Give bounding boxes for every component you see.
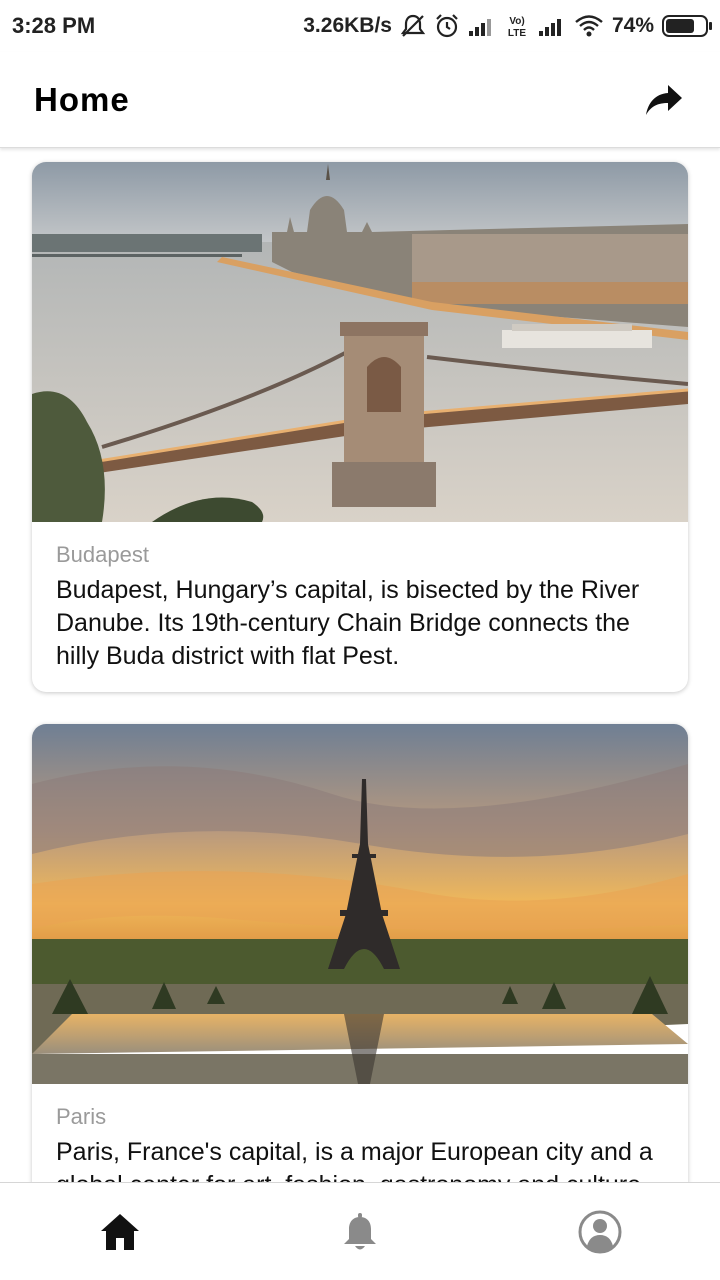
- signal-icon: [538, 15, 566, 37]
- battery-icon: [662, 15, 712, 37]
- bell-icon: [344, 1212, 376, 1249]
- profile-icon: [578, 1210, 622, 1253]
- signal-icon: [468, 15, 496, 37]
- card-subtitle: Budapest: [56, 542, 149, 567]
- paris-eiffel-tower-photo: [32, 724, 688, 1084]
- app-bar: Home: [0, 52, 720, 148]
- status-time: 3:28 PM: [12, 13, 96, 38]
- battery-percent: 74%: [611, 14, 654, 37]
- feed-list[interactable]: Budapest Budapest, Hungary’s capital, is…: [0, 149, 720, 1182]
- home-icon: [101, 1213, 139, 1250]
- status-icons: 3.26KB/s Vo) LTE 74%: [303, 13, 712, 39]
- volte-icon: Vo) LTE: [504, 13, 530, 39]
- card-description: Budapest, Hungary’s capital, is bisected…: [56, 576, 640, 670]
- place-card-paris[interactable]: Paris Paris, France's capital, is a majo…: [32, 724, 688, 1182]
- share-button[interactable]: [642, 78, 686, 122]
- battery-fill: [666, 19, 695, 33]
- svg-text:LTE: LTE: [508, 28, 526, 39]
- budapest-chain-bridge-photo: [32, 162, 688, 522]
- card-body: Budapest Budapest, Hungary’s capital, is…: [32, 522, 688, 673]
- network-speed: 3.26KB/s: [303, 14, 392, 37]
- wifi-icon: [574, 14, 604, 38]
- card-description: Paris, France's capital, is a major Euro…: [56, 1138, 653, 1182]
- nav-item-notifications[interactable]: [240, 1183, 480, 1280]
- share-icon: [646, 84, 682, 115]
- alarm-icon: [434, 13, 460, 39]
- bottom-navigation: [0, 1182, 720, 1280]
- card-subtitle: Paris: [56, 1104, 107, 1129]
- card-body: Paris Paris, France's capital, is a majo…: [32, 1084, 688, 1182]
- mute-icon: [400, 13, 426, 39]
- page-title: Home: [34, 80, 130, 118]
- nav-item-home[interactable]: [0, 1183, 240, 1280]
- nav-item-profile[interactable]: [480, 1183, 720, 1280]
- status-bar: 3:28 PM 3.26KB/s Vo) LTE 74%: [0, 0, 720, 52]
- place-card-budapest[interactable]: Budapest Budapest, Hungary’s capital, is…: [32, 162, 688, 692]
- svg-text:Vo): Vo): [509, 16, 524, 27]
